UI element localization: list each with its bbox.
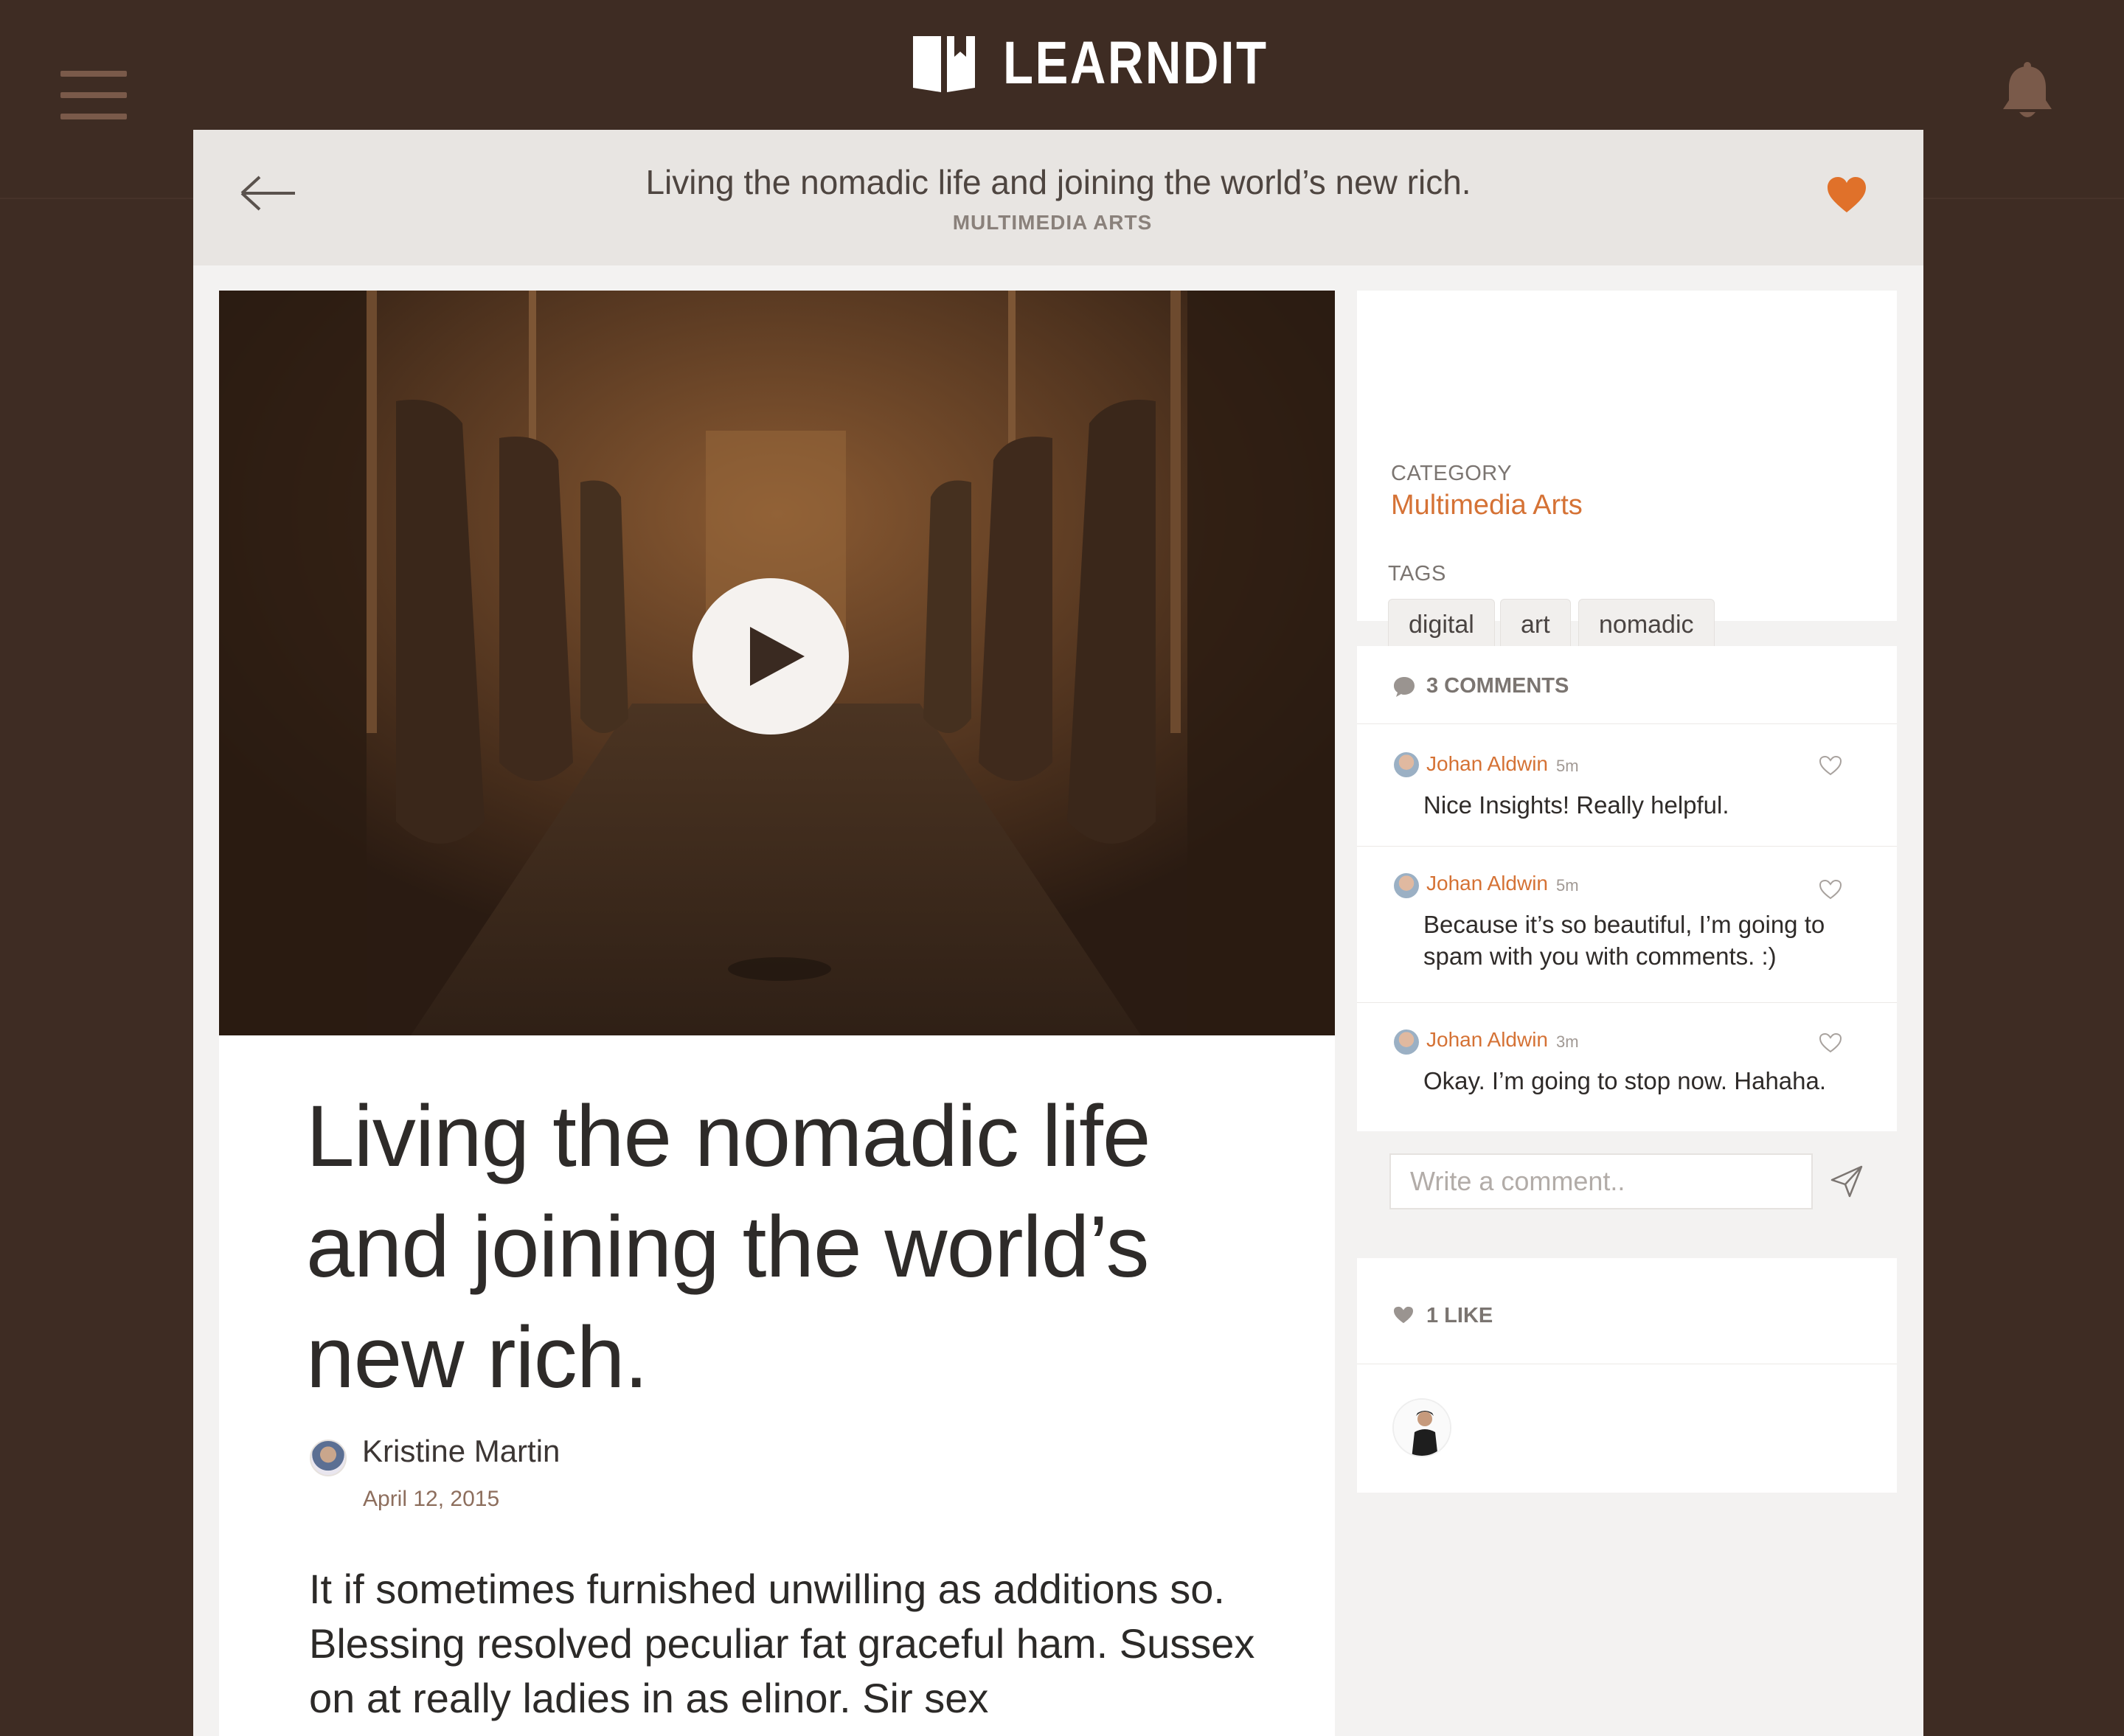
brand-logo[interactable]: LEARNDIT	[912, 32, 1327, 94]
commenter-avatar[interactable]	[1394, 873, 1419, 898]
send-icon[interactable]	[1829, 1164, 1864, 1199]
commenter-name[interactable]: Johan Aldwin	[1426, 752, 1548, 776]
comments-count: 3 COMMENTS	[1426, 674, 1569, 698]
comment-composer	[1357, 1131, 1897, 1236]
commenter-name[interactable]: Johan Aldwin	[1426, 872, 1548, 895]
comment-text: Okay. I’m going to stop now. Hahaha.	[1423, 1067, 1827, 1094]
liker-avatar[interactable]	[1392, 1398, 1451, 1457]
comments-card: 3 COMMENTS Johan Aldwin 5m Nice Insights…	[1357, 646, 1897, 1236]
category-link[interactable]: Multimedia Arts	[1391, 490, 1583, 521]
bell-icon[interactable]	[2000, 62, 2055, 122]
article-card: Living the nomadic life and joining the …	[219, 291, 1335, 1736]
book-logo-icon	[913, 36, 975, 92]
heart-icon[interactable]	[1826, 176, 1867, 214]
comment-bubble-icon	[1394, 677, 1415, 697]
commenter-avatar[interactable]	[1394, 1030, 1419, 1055]
likes-count: 1 LIKE	[1426, 1304, 1493, 1327]
tag-nomadic[interactable]: nomadic	[1578, 599, 1715, 650]
comment-time: 5m	[1556, 757, 1579, 775]
subheader-category: MULTIMEDIA ARTS	[952, 211, 1153, 234]
menu-icon[interactable]	[60, 71, 127, 119]
play-icon	[750, 627, 805, 686]
comment-text: Because it’s so beautiful, I’m going to …	[1423, 911, 1825, 970]
commenter-name[interactable]: Johan Aldwin	[1426, 1028, 1548, 1052]
author-avatar[interactable]	[310, 1440, 347, 1476]
tags-label: TAGS	[1388, 562, 1446, 586]
article-headline: Living the nomadic life and joining the …	[306, 1088, 1151, 1406]
comment-item: Johan Aldwin 5m Because it’s so beautifu…	[1357, 847, 1897, 1003]
comments-header: 3 COMMENTS	[1357, 646, 1897, 724]
tag-digital[interactable]: digital	[1388, 599, 1495, 650]
brand-name: LEARNDIT	[1003, 29, 1268, 97]
heart-icon	[1394, 1306, 1413, 1324]
commenter-avatar[interactable]	[1394, 752, 1419, 777]
article-body: It if sometimes furnished unwilling as a…	[309, 1566, 1255, 1721]
likes-card: 1 LIKE	[1357, 1258, 1897, 1493]
comment-text: Nice Insights! Really helpful.	[1423, 791, 1729, 819]
comment-item: Johan Aldwin 3m Okay. I’m going to stop …	[1357, 1003, 1897, 1131]
post-subheader: Living the nomadic life and joining the …	[193, 130, 1923, 265]
tag-art[interactable]: art	[1500, 599, 1571, 650]
subheader-title: Living the nomadic life and joining the …	[645, 163, 1471, 201]
category-label: CATEGORY	[1391, 462, 1513, 485]
comment-time: 5m	[1556, 876, 1579, 895]
likes-header: 1 LIKE	[1357, 1258, 1897, 1364]
publish-date: April 12, 2015	[363, 1487, 500, 1511]
comment-time: 3m	[1556, 1032, 1579, 1051]
comment-item: Johan Aldwin 5m Nice Insights! Really he…	[1357, 724, 1897, 847]
heart-outline-icon[interactable]	[1819, 879, 1842, 900]
person-photo	[1394, 1400, 1450, 1456]
play-button[interactable]	[693, 578, 849, 735]
video-thumbnail[interactable]	[219, 291, 1335, 1035]
heart-outline-icon[interactable]	[1819, 1032, 1842, 1053]
author-name[interactable]: Kristine Martin	[362, 1434, 560, 1469]
content-panel: Living the nomadic life and joining the …	[193, 130, 1923, 1736]
heart-outline-icon[interactable]	[1819, 755, 1842, 776]
category-card: CATEGORY Multimedia Arts TAGS digital ar…	[1357, 291, 1897, 706]
comment-input[interactable]	[1389, 1153, 1813, 1209]
